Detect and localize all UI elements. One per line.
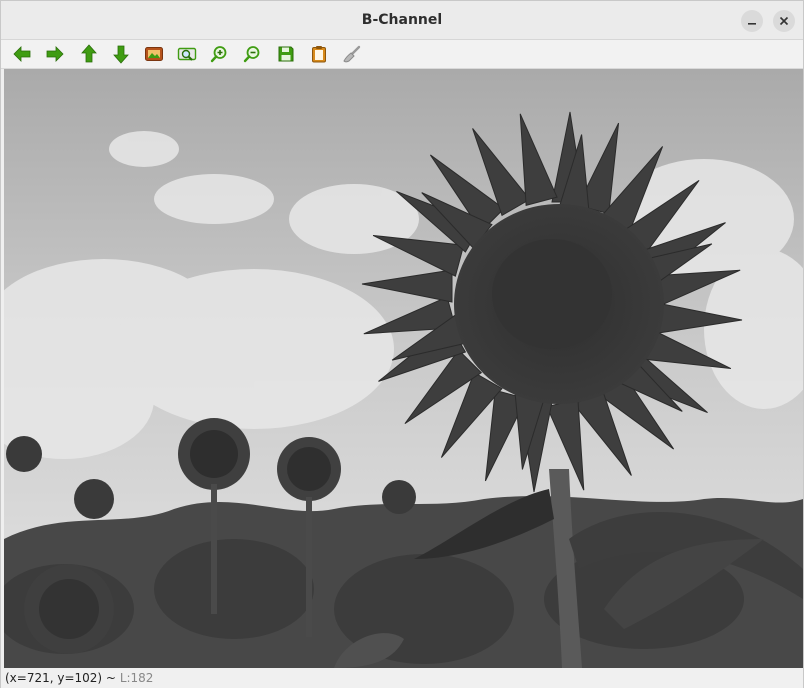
pan-up-button[interactable] (77, 43, 101, 65)
brush-icon (343, 45, 361, 63)
floppy-disk-icon (278, 46, 294, 62)
title-bar[interactable]: B-Channel (1, 1, 803, 40)
image-icon (145, 47, 163, 61)
close-icon (779, 16, 789, 26)
toolbar (1, 40, 803, 69)
close-button[interactable] (773, 10, 795, 32)
minimize-button[interactable] (741, 10, 763, 32)
save-button[interactable] (274, 43, 298, 65)
arrow-right-icon (46, 46, 64, 62)
pan-right-button[interactable] (43, 43, 67, 65)
window-title: B-Channel (361, 12, 443, 28)
pixel-level: L:182 (119, 671, 154, 685)
copy-clipboard-button[interactable] (307, 43, 331, 65)
pan-left-button[interactable] (10, 43, 34, 65)
zoom-fit-button[interactable] (175, 43, 199, 65)
zoom-out-button[interactable] (241, 43, 265, 65)
arrow-left-icon (13, 46, 31, 62)
app-window: B-Channel (x=721, y=102) ~ L:182 (0, 0, 804, 688)
clipboard-icon (312, 46, 326, 63)
zoom-out-icon (243, 46, 260, 63)
arrow-up-icon (81, 44, 97, 63)
minimize-icon (748, 23, 756, 25)
sunflower-disk (454, 204, 664, 404)
zoom-in-button[interactable] (208, 43, 232, 65)
zoom-in-icon (210, 46, 227, 63)
image-viewport[interactable] (4, 69, 803, 668)
cursor-coordinates: (x=721, y=102) ~ (5, 671, 116, 685)
status-bar: (x=721, y=102) ~ L:182 (1, 668, 803, 688)
zoom-original-button[interactable] (142, 43, 166, 65)
properties-button[interactable] (340, 43, 364, 65)
arrow-down-icon (113, 45, 129, 64)
pan-down-button[interactable] (109, 43, 133, 65)
zoom-fit-icon (177, 47, 197, 61)
image-canvas[interactable] (4, 69, 803, 668)
